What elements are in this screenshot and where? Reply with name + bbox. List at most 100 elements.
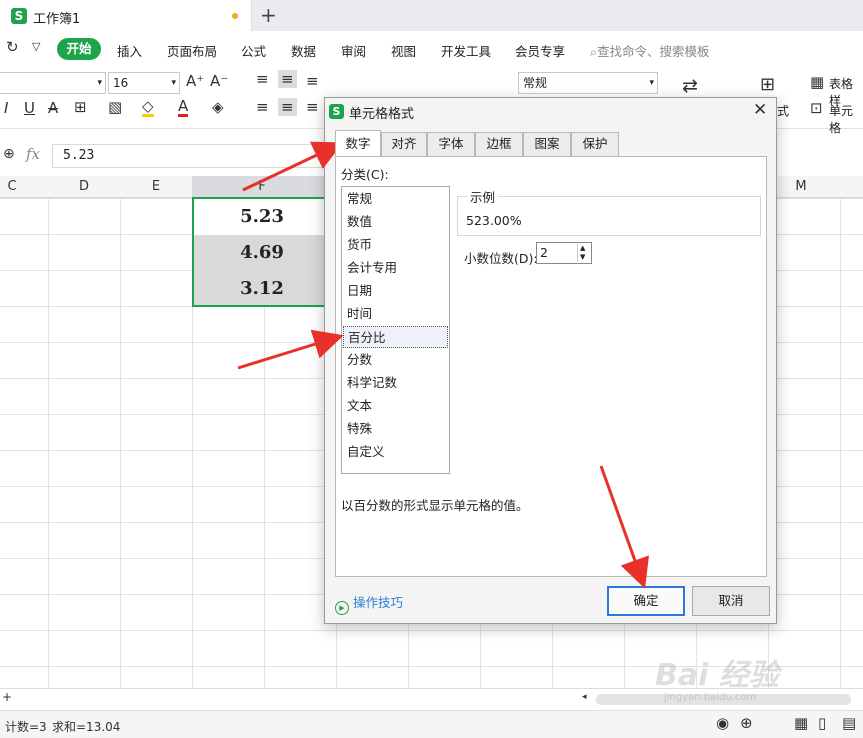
stepper-down-icon[interactable]: ▼ [580, 253, 585, 261]
number-format-select[interactable]: 常规 ▾ [518, 72, 658, 94]
quick-access-chevron-icon[interactable]: ▽ [32, 40, 40, 53]
decimal-places-stepper[interactable]: 2 ▲ ▼ [536, 242, 592, 264]
align-middle-icon[interactable]: ≡ [278, 70, 297, 88]
page-break-view-icon[interactable]: ▤ [842, 714, 856, 732]
fill-color-icon[interactable]: ◇ [142, 98, 154, 117]
font-size-select[interactable]: 16 ▾ [108, 72, 180, 94]
unsaved-dot-icon [232, 13, 238, 19]
column-header-d[interactable]: D [48, 179, 120, 194]
category-accounting[interactable]: 会计专用 [343, 257, 448, 279]
decimal-places-label: 小数位数(D): [464, 251, 538, 266]
tab-font[interactable]: 字体 [427, 132, 475, 156]
category-text[interactable]: 文本 [343, 395, 448, 417]
selection-border [192, 197, 332, 307]
tab-border[interactable]: 边框 [475, 132, 523, 156]
menu-home[interactable]: 开始 [57, 38, 101, 60]
category-custom[interactable]: 自定义 [343, 441, 448, 463]
column-header-e[interactable]: E [120, 179, 192, 194]
chevron-down-icon: ▾ [171, 78, 176, 88]
category-fraction[interactable]: 分数 [343, 349, 448, 371]
number-panel: 分类(C): 常规 数值 货币 会计专用 日期 时间 百分比 分数 科学记数 文… [335, 156, 767, 577]
menu-member[interactable]: 会员专享 [515, 41, 565, 60]
font-name-select[interactable]: ▾ [0, 72, 106, 94]
wps-logo-icon: S [329, 104, 344, 119]
category-percentage[interactable]: 百分比 [343, 326, 448, 348]
scroll-left-icon[interactable]: ◂ [582, 692, 587, 702]
tips-link[interactable]: ▶ 操作技巧 [335, 592, 403, 615]
italic-icon[interactable]: I [4, 99, 8, 117]
menu-insert[interactable]: 插入 [117, 41, 142, 60]
decrease-font-icon[interactable]: A⁻ [210, 72, 228, 90]
chevron-down-icon: ▾ [97, 78, 102, 88]
zoom-icon[interactable]: ⊕ [3, 146, 15, 162]
baidu-watermark-url: jingyan.baidu.com [664, 692, 757, 703]
category-time[interactable]: 时间 [343, 303, 448, 325]
menu-page-layout[interactable]: 页面布局 [167, 41, 217, 60]
cancel-button[interactable]: 取消 [692, 586, 770, 616]
stepper-buttons: ▲ ▼ [577, 244, 590, 262]
convert-icon[interactable]: ⇄ [682, 75, 698, 97]
increase-font-icon[interactable]: A⁺ [186, 72, 204, 90]
tab-alignment[interactable]: 对齐 [381, 132, 427, 156]
align-left-icon[interactable]: ≡ [256, 98, 269, 116]
column-header-c[interactable]: C [0, 179, 48, 194]
align-center-icon[interactable]: ≡ [278, 98, 297, 116]
align-right-icon[interactable]: ≡ [306, 98, 319, 116]
category-general[interactable]: 常规 [343, 188, 448, 210]
underline-icon[interactable]: U [24, 99, 35, 117]
tab-number[interactable]: 数字 [335, 130, 381, 156]
menu-review[interactable]: 审阅 [341, 41, 366, 60]
formula-input[interactable]: 5.23 [52, 144, 332, 168]
menu-formula[interactable]: 公式 [241, 41, 266, 60]
workbook-title: 工作簿1 [33, 12, 81, 27]
menu-data[interactable]: 数据 [291, 41, 316, 60]
category-special[interactable]: 特殊 [343, 418, 448, 440]
category-currency[interactable]: 货币 [343, 234, 448, 256]
page-view-icon[interactable]: ▯ [818, 714, 826, 732]
wps-logo-icon: S [11, 8, 27, 24]
category-date[interactable]: 日期 [343, 280, 448, 302]
align-bottom-icon[interactable]: ≡ [306, 72, 319, 90]
view-mode-icon[interactable]: ⊕ [740, 714, 753, 732]
font-color-icon[interactable]: A [178, 98, 189, 117]
category-scientific[interactable]: 科学记数 [343, 372, 448, 394]
command-search[interactable]: ⌕查找命令、搜索模板 [590, 41, 710, 60]
status-sum: 求和=13.04 [52, 720, 121, 734]
style-label[interactable]: 式 [777, 102, 789, 119]
table-style-icon[interactable]: ⊞ [760, 74, 775, 95]
sample-value: 523.00% [466, 213, 522, 228]
menu-bar: ↻ ▽ 开始 插入 页面布局 公式 数据 审阅 视图 开发工具 会员专享 ⌕查找… [0, 31, 863, 67]
play-icon: ▶ [335, 601, 349, 615]
dialog-title: 单元格格式 [349, 107, 415, 122]
stepper-up-icon[interactable]: ▲ [580, 244, 585, 252]
eye-protection-icon[interactable]: ◉ [716, 714, 729, 732]
menu-developer[interactable]: 开发工具 [441, 41, 491, 60]
cell-icon[interactable]: ⊡ [810, 99, 823, 117]
tab-pattern[interactable]: 图案 [523, 132, 571, 156]
border-icon[interactable]: ⊞ [74, 98, 87, 116]
fx-icon[interactable]: fx [26, 145, 40, 163]
search-icon: ⌕ [590, 44, 598, 59]
fill-pattern-icon[interactable]: ▧ [108, 98, 122, 116]
category-list[interactable]: 常规 数值 货币 会计专用 日期 时间 百分比 分数 科学记数 文本 特殊 自定… [341, 186, 450, 474]
ok-button[interactable]: 确定 [607, 586, 685, 616]
column-header-f[interactable]: F [226, 179, 298, 194]
close-icon[interactable]: ✕ [753, 100, 767, 120]
menu-view[interactable]: 视图 [391, 41, 416, 60]
workbook-tab[interactable]: S 工作簿1 [0, 0, 252, 31]
align-top-icon[interactable]: ≡ [256, 70, 269, 88]
category-label: 分类(C): [341, 167, 389, 182]
new-tab-button[interactable]: + [260, 3, 277, 27]
status-count: 计数=3 [5, 720, 47, 734]
category-number[interactable]: 数值 [343, 211, 448, 233]
sample-label: 示例 [467, 187, 499, 206]
eraser-icon[interactable]: ◈ [212, 98, 224, 116]
scroll-add-icon[interactable]: + [2, 690, 12, 704]
cell-label[interactable]: 单元格 [829, 102, 863, 136]
redo-icon[interactable]: ↻ [6, 38, 19, 56]
tab-protection[interactable]: 保护 [571, 132, 619, 156]
category-description: 以百分数的形式显示单元格的值。 [341, 498, 529, 513]
table-format-icon[interactable]: ▦ [810, 73, 824, 91]
strikethrough-icon[interactable]: A [48, 99, 58, 117]
normal-view-icon[interactable]: ▦ [794, 714, 808, 732]
